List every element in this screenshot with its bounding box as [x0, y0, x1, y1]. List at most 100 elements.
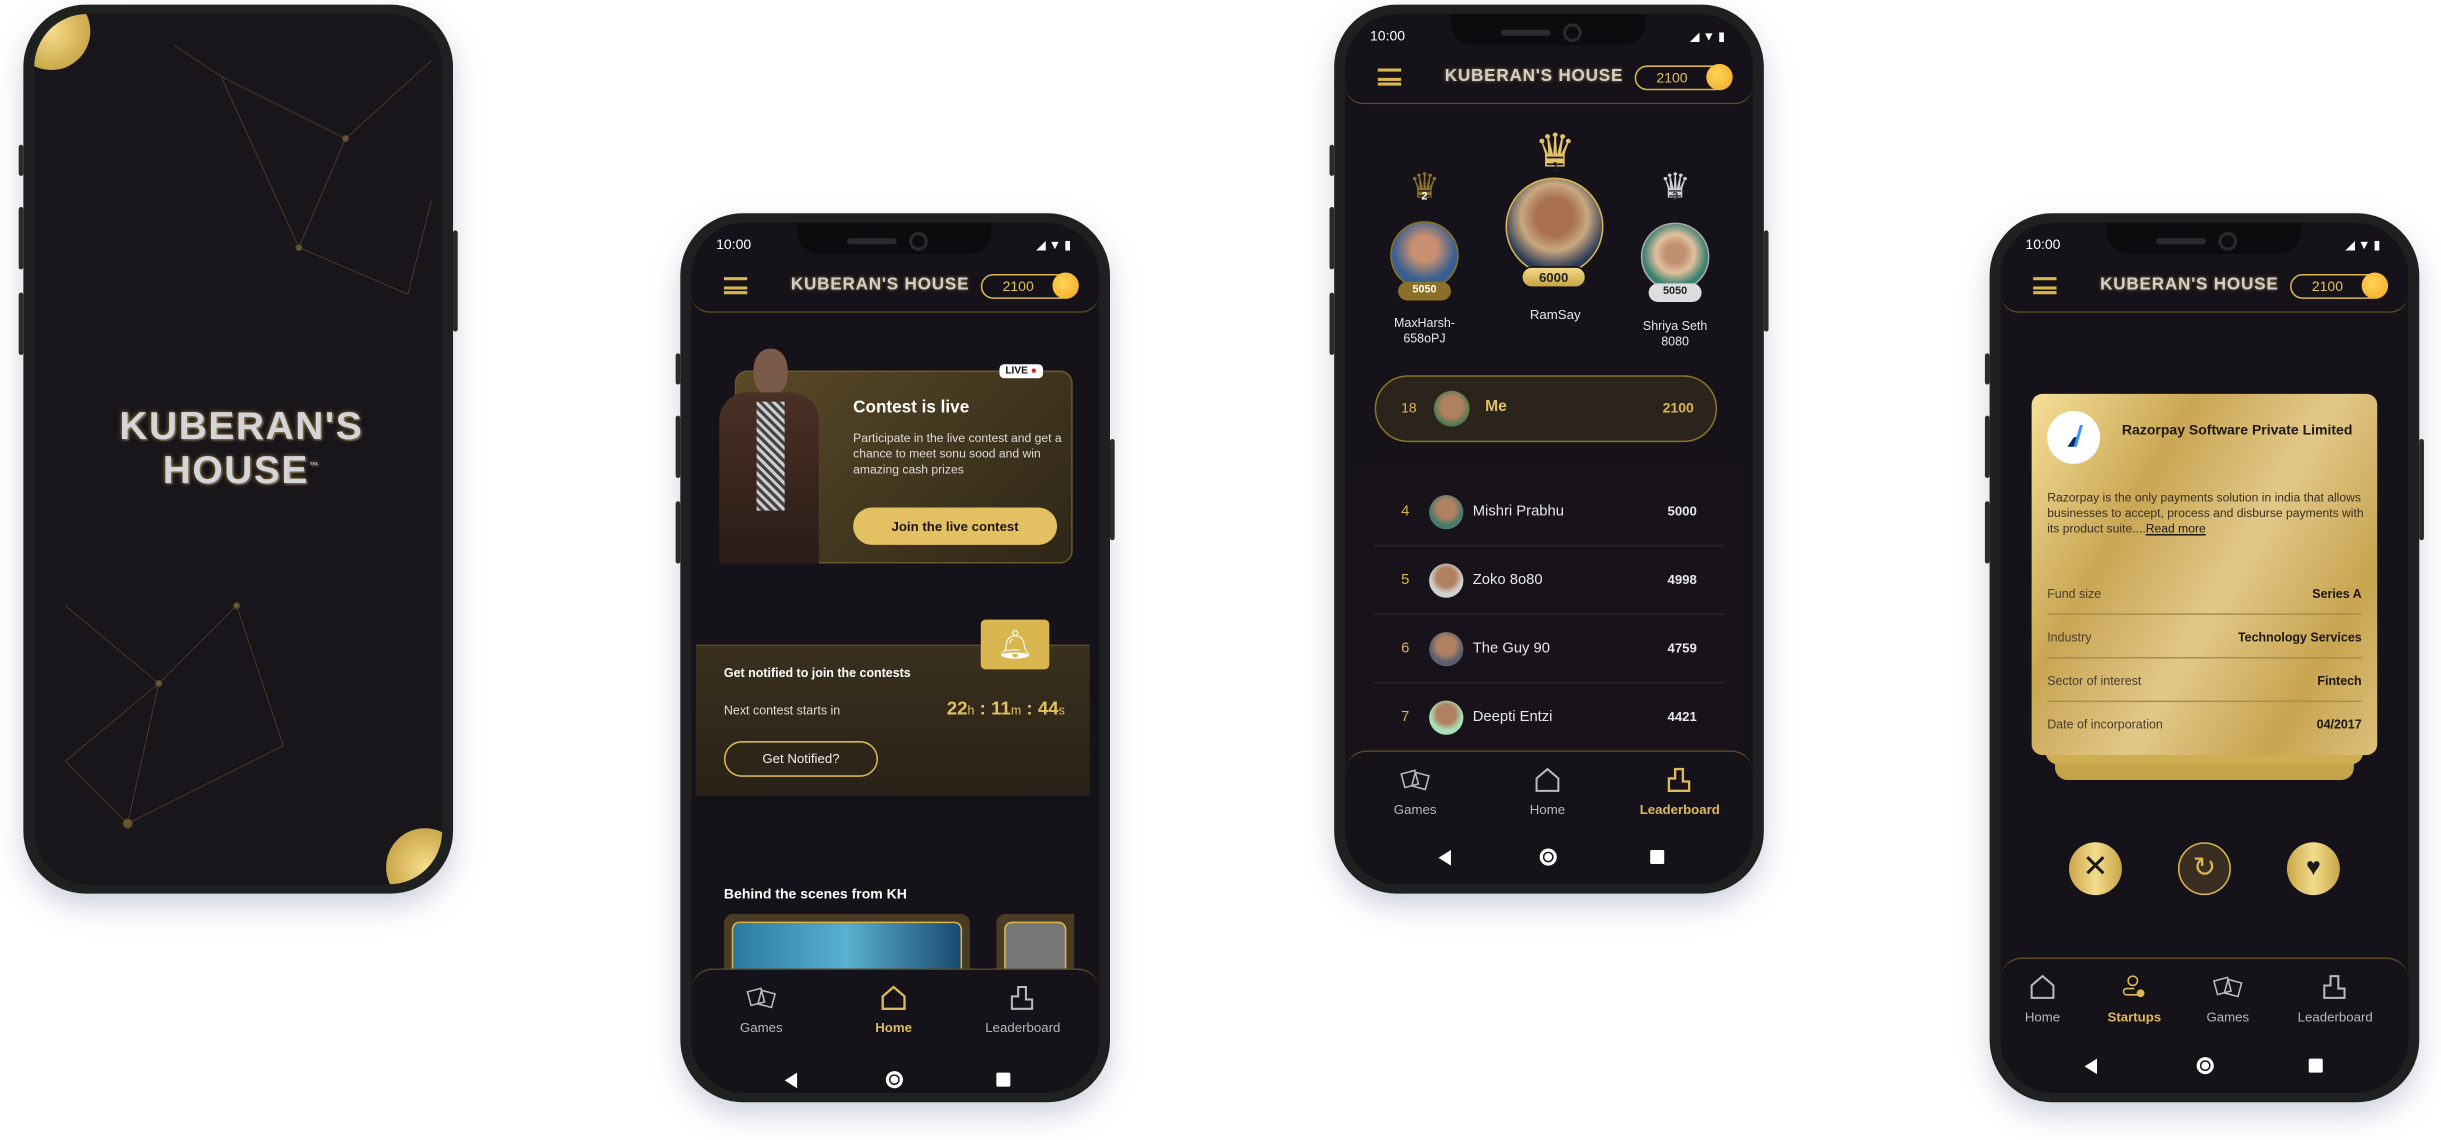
- avatar: [1390, 221, 1459, 290]
- nav-leaderboard[interactable]: Leaderboard: [1618, 764, 1743, 817]
- hamburger-icon[interactable]: [2033, 277, 2057, 295]
- player-score: 4421: [1667, 708, 1697, 724]
- startup-card[interactable]: Razorpay Software Private Limited Razorp…: [2031, 393, 2378, 756]
- player-score: 4759: [1667, 639, 1697, 656]
- home-icon: [2030, 974, 2055, 999]
- field-value: 04/2017: [2316, 717, 2362, 732]
- undo-button[interactable]: ↻: [2177, 842, 2231, 896]
- signal-wifi-battery-icon: ◢▼▮: [1689, 29, 1729, 44]
- rupee-coin-icon: [1052, 272, 1079, 299]
- rank: 6: [1401, 639, 1410, 657]
- hamburger-icon[interactable]: [1377, 68, 1402, 86]
- status-time: 10:00: [2025, 236, 2061, 253]
- home-circle-icon[interactable]: [1539, 848, 1557, 866]
- field-label: Industry: [2047, 630, 2092, 645]
- back-icon[interactable]: [2084, 1058, 2098, 1075]
- leaderboard-row[interactable]: 6 The Guy 90 4759: [1373, 615, 1725, 684]
- avatar: [1429, 700, 1464, 735]
- field-value: Fintech: [2317, 674, 2362, 689]
- startup-field: Sector of interest Fintech: [2047, 659, 2362, 703]
- bottom-nav: Home Startups Games Leaderboard: [2000, 957, 2409, 1067]
- rupee-coin-icon: [1706, 63, 1733, 91]
- read-more-link[interactable]: Read more: [2146, 522, 2206, 536]
- field-value: Technology Services: [2237, 630, 2362, 645]
- signal-wifi-battery-icon: ◢▼▮: [2345, 238, 2384, 253]
- recents-icon[interactable]: [996, 1072, 1011, 1087]
- startups-icon: [2122, 975, 2145, 998]
- company-description: Razorpay is the only payments solution i…: [2047, 490, 2364, 536]
- nav-games[interactable]: Games: [1353, 764, 1478, 817]
- header-logo: KUBERAN'S HOUSE: [790, 275, 970, 295]
- podium-name: Shriya Seth 8080: [1642, 319, 1708, 349]
- home-circle-icon[interactable]: [885, 1071, 903, 1089]
- hamburger-icon[interactable]: [723, 277, 748, 295]
- razorpay-logo: [2047, 410, 2101, 464]
- nav-leaderboard[interactable]: Leaderboard: [2273, 971, 2398, 1024]
- avatar: [1505, 177, 1604, 276]
- next-contest-label: Next contest starts in: [723, 703, 841, 718]
- avatar: [1429, 495, 1464, 530]
- back-icon[interactable]: [784, 1072, 798, 1089]
- startup-field: Date of incorporation 04/2017: [2047, 702, 2361, 746]
- score-badge: 6000: [1520, 266, 1587, 289]
- app-header: KUBERAN'S HOUSE 2100: [691, 260, 1100, 313]
- dice-icon: [1400, 769, 1430, 791]
- coin-balance[interactable]: 2100: [980, 272, 1079, 299]
- leaderboard-row[interactable]: 4 Mishri Prabhu 5000: [1373, 478, 1725, 547]
- avatar: [1640, 222, 1710, 292]
- recents-icon[interactable]: [2308, 1058, 2323, 1073]
- coin-balance[interactable]: 2100: [2290, 272, 2389, 299]
- notify-title: Get notified to join the contests: [723, 666, 911, 681]
- reject-button[interactable]: ✕: [2068, 842, 2122, 896]
- celebrity-photo: [713, 348, 825, 564]
- system-nav: [691, 1070, 1099, 1092]
- countdown-timer: 22h : 11m : 44s: [946, 697, 1065, 720]
- recents-icon[interactable]: [1650, 850, 1665, 865]
- dice-icon: [2212, 976, 2243, 998]
- header-logo: KUBERAN'S HOUSE: [1444, 66, 1624, 86]
- get-notified-button[interactable]: Get Notified?: [723, 741, 879, 777]
- leaderboard-icon: [2323, 975, 2346, 999]
- nav-home[interactable]: Home: [831, 982, 956, 1035]
- contest-title: Contest is live: [853, 398, 970, 418]
- player-score: 4998: [1667, 571, 1697, 587]
- back-icon[interactable]: [1438, 850, 1451, 866]
- player-name: Mishri Prabhu: [1472, 502, 1564, 520]
- live-badge: LIVE ●: [999, 364, 1044, 379]
- player-name: The Guy 90: [1472, 639, 1551, 657]
- nav-home[interactable]: Home: [1485, 764, 1610, 817]
- status-time: 10:00: [716, 236, 752, 253]
- my-rank-row[interactable]: 18 Me 2100: [1374, 375, 1718, 443]
- rupee-coin-icon: [2361, 272, 2389, 299]
- podium-2: ♛ 2: [1400, 169, 1450, 204]
- phone-splash: KUBERAN'S HOUSE™: [18, 4, 458, 894]
- bell-icon: 🔔︎: [980, 619, 1050, 670]
- like-button[interactable]: ♥: [2286, 842, 2340, 896]
- startup-field: Industry Technology Services: [2047, 615, 2362, 659]
- home-circle-icon[interactable]: [2196, 1057, 2214, 1075]
- phone-leaderboard: 10:00 ◢▼▮ KUBERAN'S HOUSE 2100 ♛ 2 5050 Ma…: [1329, 4, 1769, 894]
- status-time: 10:00: [1369, 28, 1406, 44]
- avatar: [1429, 632, 1464, 667]
- rank: 7: [1401, 708, 1410, 726]
- bottom-nav: Games Home Leaderboard: [1345, 750, 1753, 860]
- nav-games[interactable]: Games: [2166, 971, 2291, 1024]
- field-value: Series A: [2312, 586, 2362, 601]
- nav-leaderboard[interactable]: Leaderboard: [961, 982, 1086, 1035]
- coin-balance[interactable]: 2100: [1634, 63, 1733, 91]
- podium-name: MaxHarsh- 658oPJ: [1394, 316, 1455, 346]
- bottom-nav: Games Home Leaderboard: [691, 968, 1100, 1078]
- nav-games[interactable]: Games: [699, 982, 824, 1035]
- leaderboard-row[interactable]: 5 Zoko 8o80 4998: [1373, 546, 1725, 615]
- rank: 4: [1401, 502, 1410, 520]
- score-badge: 5050: [1648, 283, 1702, 303]
- join-live-contest-button[interactable]: Join the live contest: [853, 507, 1058, 545]
- system-nav: [1345, 847, 1753, 869]
- score-badge: 5050: [1398, 281, 1451, 301]
- player-name: Deepti Entzi: [1472, 708, 1553, 726]
- podium-name: RamSay: [1529, 306, 1581, 323]
- leaderboard-row[interactable]: 7 Deepti Entzi 4421: [1373, 683, 1725, 752]
- field-label: Date of incorporation: [2047, 717, 2163, 732]
- dice-icon: [746, 987, 777, 1009]
- field-label: Fund size: [2047, 586, 2102, 601]
